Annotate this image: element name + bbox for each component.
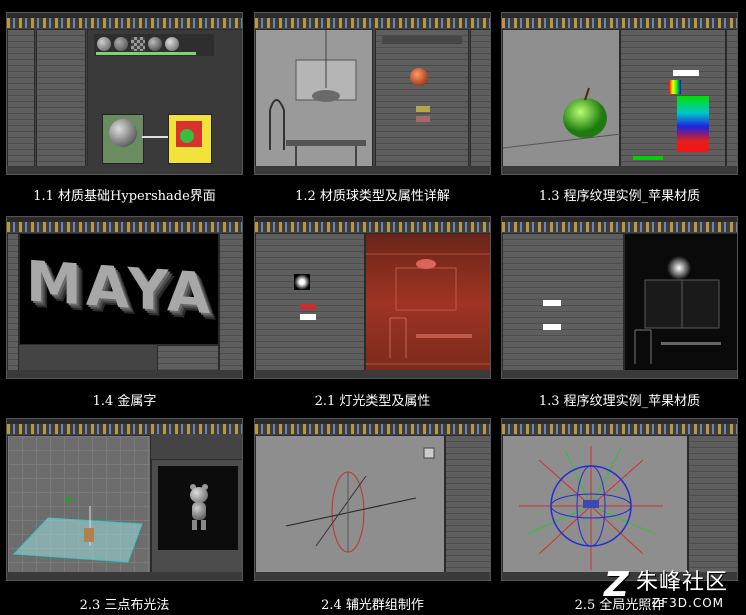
kitchen-scene-icon <box>269 30 366 168</box>
thumbnail-material-types[interactable] <box>254 12 491 175</box>
tile-caption: 1.3 程序纹理实例_苹果材质 <box>538 394 701 409</box>
dome-light-icon <box>519 446 663 570</box>
thumbnail-metal-text[interactable]: MAYA <box>6 216 243 379</box>
tile-caption: 1.3 程序纹理实例_苹果材质 <box>538 189 701 204</box>
tile-caption: 1.1 材质基础Hypershade界面 <box>33 189 216 204</box>
tile-3[interactable]: 1.3 程序纹理实例_苹果材质 <box>501 12 738 204</box>
thumbnail-global-illumination[interactable] <box>501 418 738 581</box>
light-plane-icon <box>12 497 143 563</box>
light-rig-icon <box>285 447 435 553</box>
red-lit-room-icon <box>366 253 490 365</box>
zf-logo-icon: Z <box>604 565 629 605</box>
bear-figure-icon <box>188 484 210 532</box>
tile-4[interactable]: MAYA 1.4 金属字 <box>6 216 243 409</box>
thumbnail-lighting-scene[interactable] <box>501 216 738 379</box>
thumbnail-three-point-lighting[interactable] <box>6 418 243 581</box>
site-watermark: Z 朱峰社区 ZF3D.COM <box>600 567 746 615</box>
tile-caption: 2.1 灯光类型及属性 <box>314 394 431 409</box>
tile-6[interactable]: 1.3 程序纹理实例_苹果材质 <box>501 216 738 409</box>
thumbnail-fill-light-group[interactable] <box>254 418 491 581</box>
tile-1[interactable]: 1.1 材质基础Hypershade界面 <box>6 12 243 204</box>
maya-metal-text: MAYA <box>26 249 215 328</box>
tile-2[interactable]: 1.2 材质球类型及属性详解 <box>254 12 491 204</box>
thumbnail-hypershade[interactable] <box>6 12 243 175</box>
tile-caption: 1.4 金属字 <box>92 394 157 409</box>
tile-5[interactable]: 2.1 灯光类型及属性 <box>254 216 491 409</box>
night-window-icon <box>634 256 721 364</box>
brand-url: ZF3D.COM <box>652 596 724 610</box>
tile-7[interactable]: 2.3 三点布光法 <box>6 418 243 613</box>
apple-icon <box>503 87 621 149</box>
brand-name: 朱峰社区 <box>636 570 729 595</box>
thumbnail-light-types[interactable] <box>254 216 491 379</box>
tile-caption: 1.2 材质球类型及属性详解 <box>295 189 450 204</box>
tile-8[interactable]: 2.4 辅光群组制作 <box>254 418 491 613</box>
tile-caption: 2.4 辅光群组制作 <box>321 598 424 613</box>
thumbnail-apple-material[interactable] <box>501 12 738 175</box>
tile-caption: 2.3 三点布光法 <box>79 598 170 613</box>
